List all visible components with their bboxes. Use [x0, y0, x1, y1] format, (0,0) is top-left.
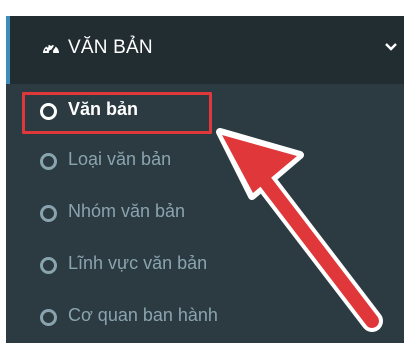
submenu-item-label: Cơ quan ban hành: [68, 305, 218, 325]
highlight-box: [22, 92, 212, 134]
circle-icon: [40, 153, 57, 170]
circle-icon: [40, 309, 57, 326]
menu-header-van-ban[interactable]: VĂN BẢN: [6, 16, 404, 84]
circle-icon: [40, 257, 57, 274]
submenu-item-co-quan-ban-hanh[interactable]: Cơ quan ban hành: [6, 292, 404, 342]
submenu-item-label: Loại văn bản: [68, 149, 172, 169]
submenu-item-loai-van-ban[interactable]: Loại văn bản: [6, 136, 404, 186]
submenu-item-linh-vuc-van-ban[interactable]: Lĩnh vực văn bản: [6, 240, 404, 290]
sidebar-menu: VĂN BẢN Văn bản Loại văn bản Nhóm văn bả…: [6, 16, 404, 343]
circle-icon: [40, 205, 57, 222]
chevron-down-icon[interactable]: [384, 42, 398, 52]
dashboard-icon: [43, 44, 59, 55]
menu-header-label: VĂN BẢN: [68, 37, 153, 58]
submenu-item-nhom-van-ban[interactable]: Nhóm văn bản: [6, 188, 404, 238]
screenshot-frame: VĂN BẢN Văn bản Loại văn bản Nhóm văn bả…: [0, 0, 412, 343]
submenu-item-label: Lĩnh vực văn bản: [68, 253, 208, 273]
submenu-item-label: Nhóm văn bản: [68, 201, 186, 221]
